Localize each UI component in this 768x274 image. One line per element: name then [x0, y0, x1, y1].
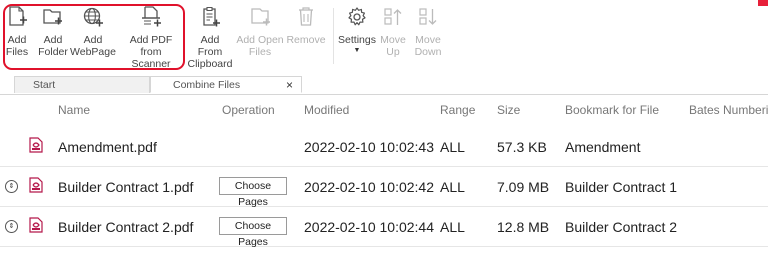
- tab-combine-files-label: Combine Files: [173, 79, 241, 91]
- tab-start-label: Start: [33, 79, 56, 91]
- move-down-label: Move Down: [414, 34, 442, 58]
- page-range: ALL: [440, 139, 465, 155]
- chevron-down-icon: ▼: [353, 47, 361, 54]
- column-header-modified[interactable]: Modified: [304, 103, 349, 117]
- move-down-icon: [419, 8, 437, 25]
- add-from-clipboard-button[interactable]: Add From Clipboard: [187, 2, 233, 70]
- bookmark-name[interactable]: Builder Contract 1: [565, 179, 677, 195]
- file-name: Builder Contract 2.pdf: [58, 219, 194, 235]
- bookmark-name[interactable]: Builder Contract 2: [565, 219, 677, 235]
- move-up-button[interactable]: Move Up: [378, 2, 408, 70]
- gear-icon: [348, 7, 366, 26]
- table-row[interactable]: ⇕ Builder Contract 1.pdf Choose Pages 20…: [0, 167, 768, 208]
- pdf-file-icon: [29, 137, 43, 153]
- page-range: ALL: [440, 179, 465, 195]
- add-open-files-label: Add Open Files: [236, 34, 284, 58]
- tab-start[interactable]: Start: [14, 76, 150, 93]
- file-size: 7.09 MB: [497, 179, 550, 195]
- file-size: 57.3 KB: [497, 139, 547, 155]
- tab-bar: Start Combine Files ×: [0, 74, 768, 95]
- ribbon-separator: [333, 8, 334, 64]
- ribbon-toolbar: Add Files Add Folder Add WebPage Add PDF…: [0, 0, 768, 74]
- move-up-icon: [384, 8, 402, 25]
- page-range: ALL: [440, 219, 465, 235]
- bookmark-name[interactable]: Amendment: [565, 139, 640, 155]
- file-name: Amendment.pdf: [58, 139, 157, 155]
- close-icon[interactable]: ×: [286, 77, 293, 94]
- choose-pages-button[interactable]: Choose Pages: [219, 177, 287, 208]
- window-close-corner[interactable]: [758, 0, 768, 6]
- open-files-add-icon: [251, 8, 270, 26]
- file-size: 12.8 MB: [497, 219, 550, 235]
- column-header-bookmark[interactable]: Bookmark for File: [565, 103, 659, 117]
- table-row[interactable]: Amendment.pdf 2022-02-10 10:02:43 ALL 57…: [0, 127, 768, 167]
- move-down-button[interactable]: Move Down: [412, 2, 444, 70]
- tab-combine-files[interactable]: Combine Files ×: [150, 76, 302, 93]
- highlight-annotation: [3, 4, 185, 70]
- column-header-size[interactable]: Size: [497, 103, 520, 117]
- clipboard-add-icon: [203, 6, 220, 27]
- choose-pages-button[interactable]: Choose Pages: [219, 217, 287, 248]
- modified-date: 2022-02-10 10:02:44: [304, 219, 434, 235]
- column-header-range[interactable]: Range: [440, 103, 475, 117]
- column-header-bates-numbering[interactable]: Bates Numbering: [689, 103, 768, 117]
- file-name: Builder Contract 1.pdf: [58, 179, 194, 195]
- add-from-clipboard-label: Add From Clipboard: [187, 34, 233, 70]
- add-open-files-button[interactable]: Add Open Files: [236, 2, 284, 70]
- table-row[interactable]: ⇕ Builder Contract 2.pdf Choose Pages 20…: [0, 207, 768, 248]
- expand-icon[interactable]: ⇕: [5, 220, 18, 233]
- column-header-name[interactable]: Name: [58, 103, 90, 117]
- table-header: Name Operation Modified Range Size Bookm…: [0, 95, 768, 129]
- column-header-operation[interactable]: Operation: [222, 103, 275, 117]
- settings-label: Settings: [338, 34, 376, 46]
- expand-icon[interactable]: ⇕: [5, 180, 18, 193]
- modified-date: 2022-02-10 10:02:42: [304, 179, 434, 195]
- settings-button[interactable]: Settings ▼: [336, 2, 378, 70]
- pdf-file-icon: [29, 177, 43, 193]
- trash-icon: [299, 7, 313, 26]
- modified-date: 2022-02-10 10:02:43: [304, 139, 434, 155]
- pdf-file-icon: [29, 217, 43, 233]
- remove-label: Remove: [286, 34, 326, 46]
- move-up-label: Move Up: [380, 34, 406, 58]
- remove-button[interactable]: Remove: [285, 2, 327, 70]
